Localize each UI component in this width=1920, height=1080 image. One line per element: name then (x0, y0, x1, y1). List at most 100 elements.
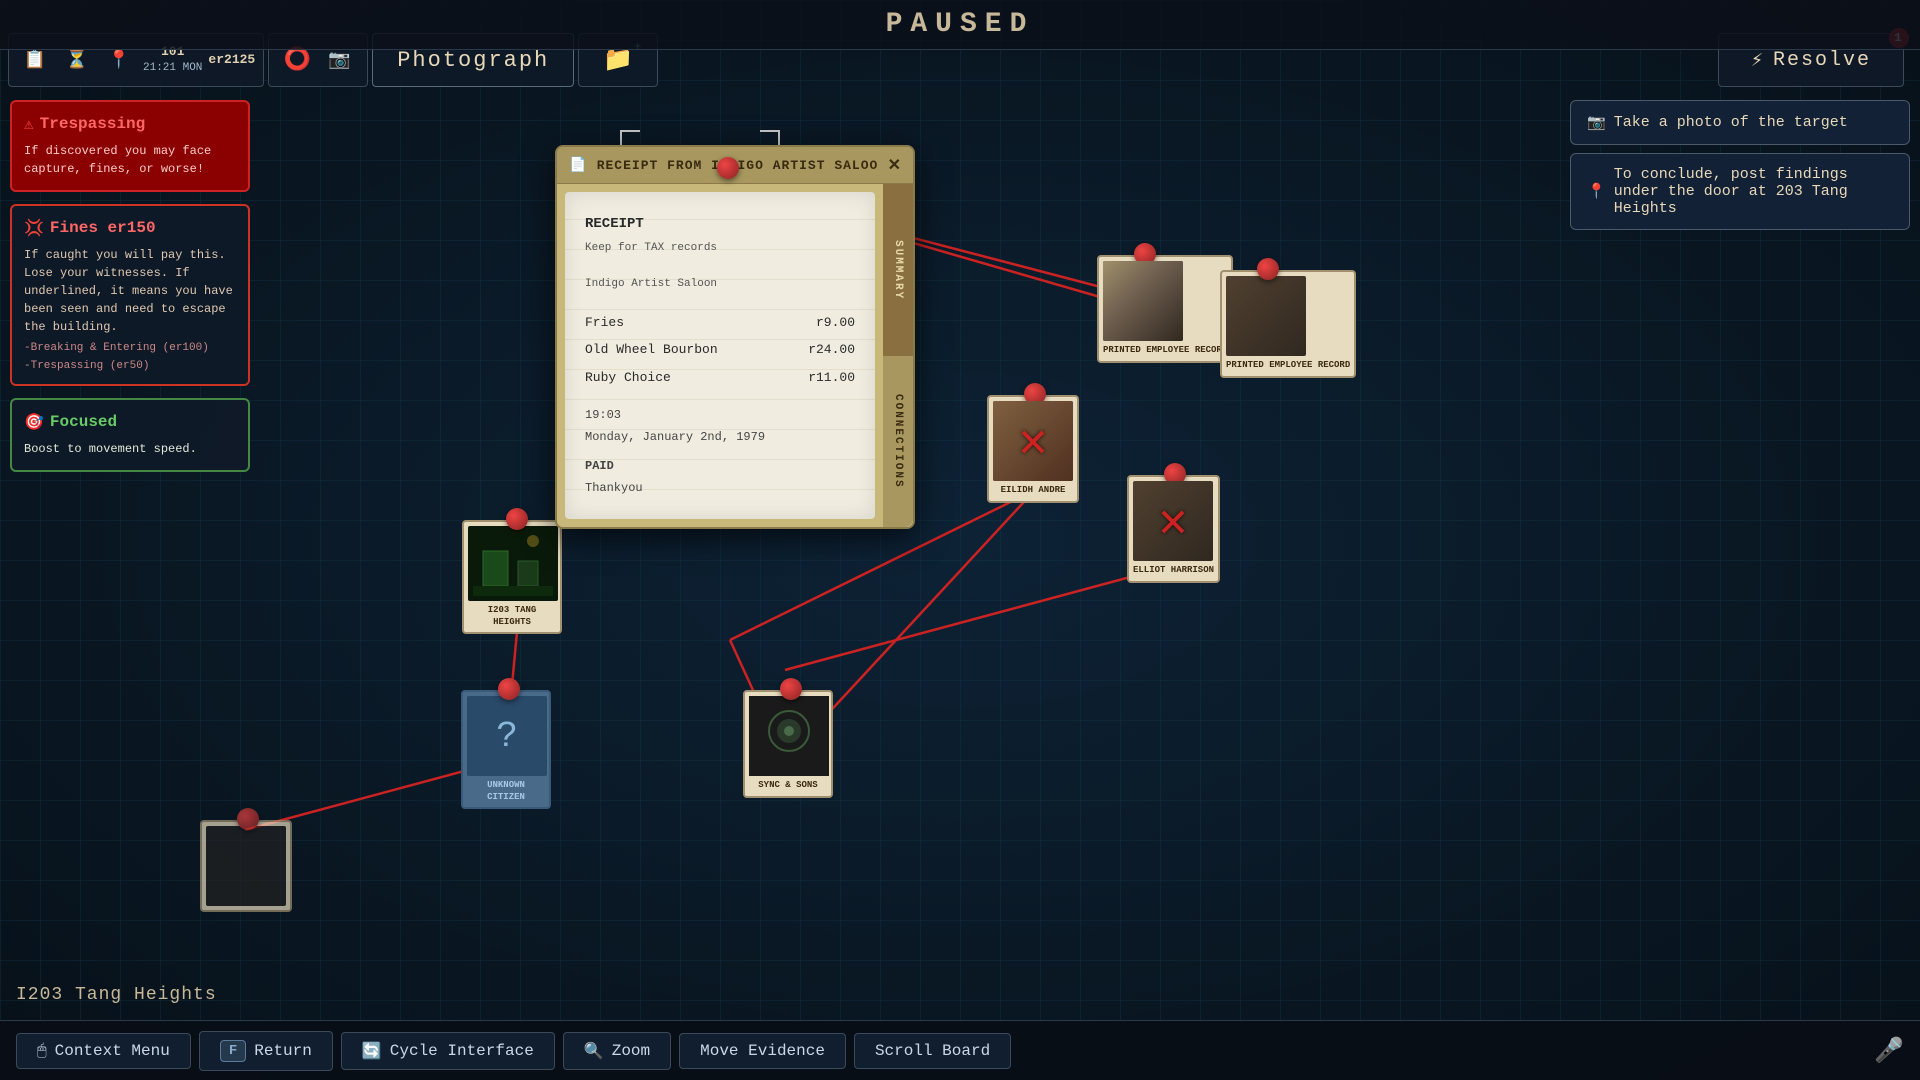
pin-bottom (237, 808, 259, 830)
trespassing-title: ⚠ Trespassing (24, 114, 236, 134)
fines-card: 💢 Fines er150 If caught you will pay thi… (10, 204, 250, 386)
evidence-label-1: Printed Employee Record (1103, 345, 1227, 357)
location-card-tang[interactable]: I203 Tang Heights (462, 520, 562, 634)
receipt-date: Monday, January 2nd, 1979 (585, 427, 855, 449)
zoom-label: Zoom (612, 1042, 650, 1060)
location-label-bottom-left: I203 Tang Heights (16, 985, 217, 1005)
receipt-modal: 📄 Receipt from Indigo Artist Saloo ✕ REC… (555, 145, 915, 529)
trespassing-body: If discovered you may face capture, fine… (24, 142, 236, 178)
item-price-0: r9.00 (816, 311, 855, 334)
evidence-sync-sons[interactable]: Sync & Sons (743, 690, 833, 798)
fine-sub2: -Trespassing (er50) (24, 360, 236, 372)
item-price-2: r11.00 (808, 366, 855, 389)
right-hints: 📷 Take a photo of the target 📍 To conclu… (1570, 100, 1910, 230)
camera-hint-icon: 📷 (1587, 113, 1606, 132)
focused-body: Boost to movement speed. (24, 440, 236, 458)
evidence-img-2 (1226, 276, 1306, 356)
item-name-0: Fries (585, 311, 624, 334)
resolve-icon: ⚡ (1751, 47, 1765, 73)
cycle-interface-button[interactable]: 🔄 Cycle Interface (341, 1032, 555, 1070)
receipt-close-button[interactable]: ✕ (888, 155, 901, 175)
pin-2 (1257, 258, 1279, 280)
receipt-item-2: Ruby Choice r11.00 (585, 366, 855, 389)
fines-title: 💢 Fines er150 (24, 218, 236, 238)
receipt-paper: RECEIPT Keep for TAX records Indigo Arti… (565, 192, 875, 519)
receipt-thankyou: Thankyou (585, 478, 855, 500)
location-label: I203 Tang Heights (468, 605, 556, 628)
cycle-interface-label: Cycle Interface (390, 1042, 534, 1060)
pin-unknown (498, 678, 520, 700)
elliot-label: Elliot Harrison (1133, 565, 1214, 577)
pin-sync (780, 678, 802, 700)
receipt-tabs: SUMMARY CONNECTIONS (883, 184, 913, 527)
evidence-eilidh[interactable]: ✕ Eilidh Andre (987, 395, 1079, 503)
item-name-2: Ruby Choice (585, 366, 671, 389)
photograph-label: Photograph (397, 48, 549, 73)
receipt-main-title: RECEIPT (585, 212, 855, 237)
evidence-elliot[interactable]: ✕ Elliot Harrison (1127, 475, 1220, 583)
stat-er-display: er2125 (208, 52, 255, 69)
conclude-text: To conclude, post findings under the doo… (1614, 166, 1893, 217)
location-name-display: I203 Tang Heights (16, 985, 217, 1005)
receipt-pin[interactable] (717, 157, 739, 179)
return-key-badge: F (220, 1040, 246, 1062)
evidence-partial-bottom[interactable] (200, 820, 292, 912)
paused-bar: PAUSED (0, 0, 1920, 50)
location-hint-icon: 📍 (1587, 182, 1606, 201)
context-menu-button[interactable]: 🖱 Context Menu (16, 1033, 191, 1069)
microphone-icon[interactable]: 🎤 (1874, 1036, 1904, 1066)
elliot-x: ✕ (1133, 481, 1213, 561)
left-panel: ⚠ Trespassing If discovered you may face… (10, 100, 250, 472)
conclude-hint: 📍 To conclude, post findings under the d… (1570, 153, 1910, 230)
receipt-item-1: Old Wheel Bourbon r24.00 (585, 338, 855, 361)
eilidh-x: ✕ (993, 401, 1073, 481)
receipt-time: 19:03 (585, 405, 855, 427)
evidence-printed-2[interactable]: Printed Employee Record (1220, 270, 1356, 378)
location-pin (506, 508, 528, 530)
fine-sub1: -Breaking & Entering (er100) (24, 342, 236, 354)
resolve-label: Resolve (1773, 49, 1871, 72)
fines-body: If caught you will pay this. Lose your w… (24, 246, 236, 336)
focused-title: 🎯 Focused (24, 412, 236, 432)
focused-card: 🎯 Focused Boost to movement speed. (10, 398, 250, 472)
item-price-1: r24.00 (808, 338, 855, 361)
fines-icon: 💢 (24, 218, 44, 238)
move-evidence-button[interactable]: Move Evidence (679, 1033, 846, 1069)
evidence-img-1 (1103, 261, 1183, 341)
stat-er2125: er2125 (208, 52, 255, 69)
evidence-unknown-citizen[interactable]: ? Unknown Citizen (461, 690, 551, 809)
receipt-body: RECEIPT Keep for TAX records Indigo Arti… (557, 184, 913, 527)
focus-icon: 🎯 (24, 412, 44, 432)
return-button[interactable]: F Return (199, 1031, 333, 1071)
receipt-saloon: Indigo Artist Saloon (585, 275, 855, 295)
receipt-keep-for: Keep for TAX records (585, 239, 855, 259)
evidence-printed-1[interactable]: Printed Employee Record (1097, 255, 1233, 363)
sync-img (749, 696, 829, 776)
receipt-tab-summary[interactable]: SUMMARY (883, 184, 913, 356)
eilidh-img: ✕ (993, 401, 1073, 481)
context-menu-label: Context Menu (55, 1042, 170, 1060)
scroll-board-button[interactable]: Scroll Board (854, 1033, 1011, 1069)
cycle-icon: 🔄 (362, 1041, 382, 1061)
unknown-label: Unknown Citizen (467, 780, 545, 803)
elliot-img: ✕ (1133, 481, 1213, 561)
partial-img (206, 826, 286, 906)
receipt-footer: 19:03 Monday, January 2nd, 1979 PAID Tha… (585, 405, 855, 499)
move-evidence-label: Move Evidence (700, 1042, 825, 1060)
return-label: Return (254, 1042, 312, 1060)
receipt-tab-connections[interactable]: CONNECTIONS (883, 356, 913, 528)
sync-label: Sync & Sons (749, 780, 827, 792)
item-name-1: Old Wheel Bourbon (585, 338, 718, 361)
take-photo-hint: 📷 Take a photo of the target (1570, 100, 1910, 145)
mouse-icon: 🖱 (37, 1042, 47, 1060)
scroll-board-label: Scroll Board (875, 1042, 990, 1060)
zoom-button[interactable]: 🔍 Zoom (563, 1032, 671, 1070)
receipt-item-0: Fries r9.00 (585, 311, 855, 334)
trespassing-alert: ⚠ Trespassing If discovered you may face… (10, 100, 250, 192)
location-img (468, 526, 558, 601)
unknown-img: ? (467, 696, 547, 776)
stat-time: 21:21 MON (143, 61, 202, 75)
alert-icon: ⚠ (24, 114, 34, 134)
zoom-icon: 🔍 (584, 1041, 604, 1061)
evidence-label-2: Printed Employee Record (1226, 360, 1350, 372)
